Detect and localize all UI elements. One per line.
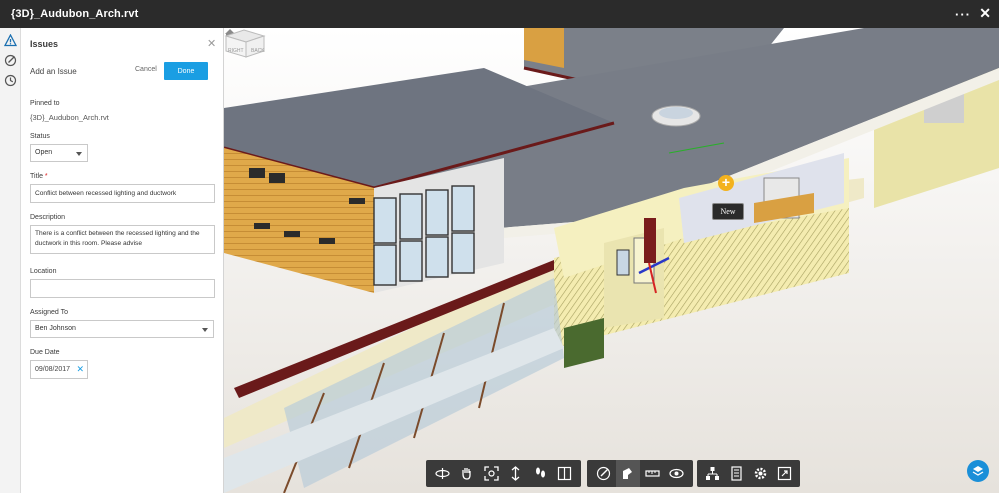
building-model-render[interactable] [224, 28, 999, 493]
title-label: Title * [30, 173, 48, 180]
description-label: Description [30, 214, 66, 221]
location-label: Location [30, 268, 57, 275]
clear-date-icon[interactable]: ✕ [76, 364, 84, 375]
markup-icon[interactable] [591, 460, 616, 487]
pin-issue-icon[interactable] [615, 460, 640, 487]
model-viewport[interactable]: + New RIGHT BACK [224, 28, 999, 493]
done-button[interactable]: Done [164, 62, 208, 80]
model-browser-icon[interactable] [701, 460, 725, 487]
issues-panel: Issues ✕ Add an Issue Cancel Done Pinned… [21, 28, 224, 493]
assigned-to-value: Ben Johnson [35, 325, 76, 332]
viewcube-back-label: BACK [251, 48, 265, 54]
status-select[interactable]: Open [30, 144, 88, 162]
assigned-to-label: Assigned To [30, 309, 69, 316]
chevron-down-icon [76, 152, 82, 156]
close-icon[interactable]: ✕ [979, 5, 991, 22]
zoom-icon[interactable] [504, 460, 529, 487]
add-issue-heading: Add an Issue [30, 67, 77, 76]
panel-close-icon[interactable]: ✕ [207, 37, 216, 50]
measure-icon[interactable] [640, 460, 665, 487]
due-date-field[interactable]: 09/08/2017 ✕ [30, 360, 88, 379]
due-date-label: Due Date [30, 349, 60, 356]
location-field[interactable] [30, 279, 215, 298]
title-bar: {3D}_Audubon_Arch.rvt ··· ✕ [0, 0, 999, 28]
settings-toolbar [697, 460, 800, 487]
left-tool-rail [0, 28, 21, 493]
more-options-icon[interactable]: ··· [955, 7, 971, 22]
markup-pencil-icon[interactable] [4, 54, 17, 67]
zoom-fit-icon[interactable] [479, 460, 504, 487]
panel-title: Issues [30, 39, 59, 49]
new-issue-pin[interactable]: + [718, 175, 734, 191]
settings-icon[interactable] [749, 460, 773, 487]
first-person-icon[interactable] [528, 460, 553, 487]
issues-warning-icon[interactable] [4, 34, 17, 47]
viewcube-right-label: RIGHT [228, 48, 244, 54]
fullscreen-icon[interactable] [772, 460, 796, 487]
chevron-down-icon [202, 328, 208, 332]
help-stack-icon[interactable] [967, 460, 989, 482]
title-field[interactable]: Conflict between recessed lighting and d… [30, 184, 215, 203]
assigned-to-select[interactable]: Ben Johnson [30, 320, 214, 338]
pan-icon[interactable] [455, 460, 480, 487]
review-toolbar [587, 460, 693, 487]
pinned-to-value: {3D}_Audubon_Arch.rvt [30, 113, 109, 122]
properties-icon[interactable] [725, 460, 749, 487]
new-pin-tooltip: New [712, 203, 744, 220]
viewcube[interactable]: RIGHT BACK [224, 28, 266, 58]
explode-view-icon[interactable] [665, 460, 690, 487]
due-date-value: 09/08/2017 [35, 366, 71, 373]
cancel-button[interactable]: Cancel [135, 66, 157, 73]
status-label: Status [30, 133, 50, 140]
section-icon[interactable] [553, 460, 578, 487]
navigation-toolbar [426, 460, 581, 487]
history-clock-icon[interactable] [4, 74, 17, 87]
description-field[interactable]: There is a conflict between the recessed… [30, 225, 215, 254]
window-title: {3D}_Audubon_Arch.rvt [11, 8, 139, 20]
status-value: Open [35, 149, 53, 156]
pinned-to-label: Pinned to [30, 100, 60, 107]
orbit-icon[interactable] [430, 460, 455, 487]
